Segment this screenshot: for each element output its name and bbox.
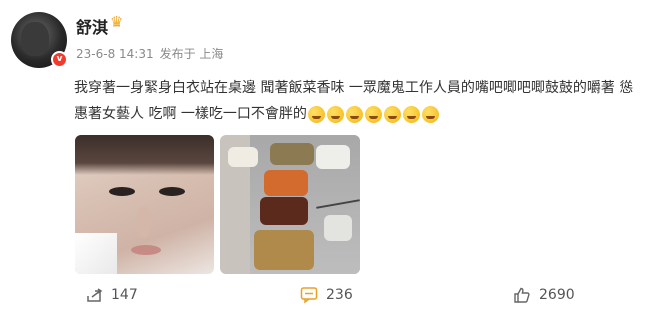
dish (264, 170, 308, 196)
food-tray-photo[interactable] (220, 135, 360, 274)
dish (324, 215, 352, 241)
like-button[interactable]: 2690 (513, 286, 575, 304)
selfie-photo[interactable] (75, 135, 214, 274)
eye-right (159, 187, 185, 196)
emoji-row (307, 105, 439, 123)
post-text: 我穿著一身緊身白衣站在桌邊 聞著飯菜香味 一眾魔鬼工作人員的嘴吧唧吧唧鼓鼓的嚼著… (74, 75, 634, 127)
hair (75, 135, 214, 175)
action-bar: 147 236 2690 (0, 280, 650, 316)
repost-icon (85, 286, 103, 304)
thumbs-up-icon (513, 286, 531, 304)
lips (131, 245, 161, 255)
white-shirt (75, 233, 117, 274)
dish (254, 230, 314, 270)
dish (260, 197, 308, 225)
verified-badge-icon: v (51, 51, 68, 68)
repost-button[interactable]: 147 (85, 286, 138, 304)
crown-icon: ♛ (110, 13, 124, 31)
avatar-portrait (21, 22, 49, 56)
laugh-cry-emoji-icon (402, 105, 420, 123)
dish (228, 147, 258, 167)
like-count: 2690 (539, 287, 575, 303)
laugh-cry-emoji-icon (326, 105, 344, 123)
eye-left (109, 187, 135, 196)
comment-button[interactable]: 236 (300, 286, 353, 304)
laugh-cry-emoji-icon (345, 105, 363, 123)
dish (270, 143, 314, 165)
post-timestamp[interactable]: 23-6-8 14:31 (76, 47, 154, 61)
nose (137, 207, 151, 237)
repost-count: 147 (111, 287, 138, 303)
dish (316, 145, 350, 169)
laugh-cry-emoji-icon (307, 105, 325, 123)
laugh-cry-emoji-icon (383, 105, 401, 123)
comment-count: 236 (326, 287, 353, 303)
author-name[interactable]: 舒淇 (76, 14, 108, 38)
comment-icon (300, 286, 318, 304)
laugh-cry-emoji-icon (421, 105, 439, 123)
laugh-cry-emoji-icon (364, 105, 382, 123)
post-meta: 23-6-8 14:31 发布于 上海 (76, 45, 229, 62)
post-source: 发布于 上海 (159, 47, 224, 61)
